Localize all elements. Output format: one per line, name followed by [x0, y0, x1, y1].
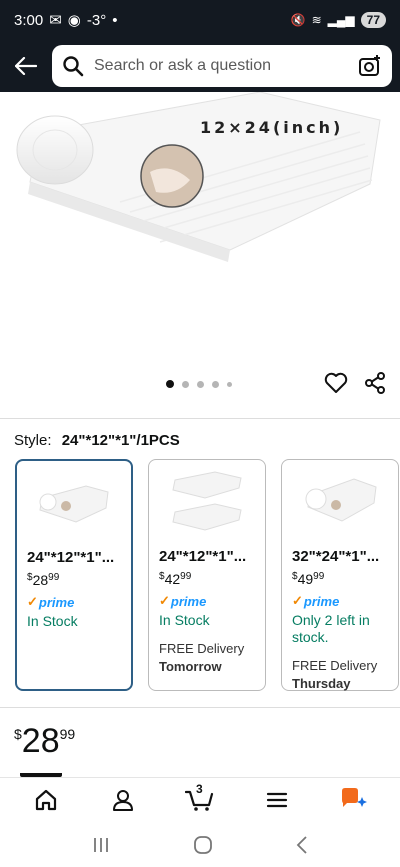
- cart-count-badge: 3: [195, 781, 203, 796]
- variant-name: 24"*12"*1"...: [27, 549, 115, 566]
- variant-price-dollars: 49: [297, 571, 314, 587]
- nav-cart[interactable]: 3: [178, 780, 222, 820]
- carousel-dots[interactable]: [166, 380, 232, 388]
- variant-thumbnail: [292, 470, 388, 536]
- wifi-icon: ≋: [311, 13, 322, 27]
- stock-status: Only 2 left in stock.: [292, 612, 370, 645]
- variant-thumbnail: [27, 471, 121, 537]
- gmail-icon: ✉: [49, 12, 62, 29]
- product-image-carousel[interactable]: 12×24(inch): [0, 92, 400, 412]
- variant-price-cents: 99: [48, 572, 60, 583]
- prime-label: prime: [170, 593, 207, 609]
- back-arrow-icon: [15, 57, 37, 75]
- prime-badge: ✓ prime: [159, 593, 255, 609]
- delivery-day: Tomorrow: [159, 659, 222, 674]
- carousel-dot-active[interactable]: [166, 380, 174, 388]
- product-price: $2899: [14, 722, 75, 761]
- divider: [0, 418, 400, 419]
- variant-name: 32"*24"*1"...: [292, 548, 380, 565]
- stock-status: In Stock: [27, 613, 78, 629]
- delivery-day: Thursday: [292, 676, 351, 691]
- variant-price-cents: 99: [180, 571, 192, 582]
- variant-price-dollars: 28: [32, 572, 49, 588]
- style-label: Style:: [14, 432, 52, 449]
- menu-icon: [266, 792, 287, 807]
- carousel-dot[interactable]: [227, 381, 232, 387]
- delivery-label: FREE Delivery: [159, 641, 245, 656]
- variant-card-selected[interactable]: 24"*12"*1"... $2899 ✓ prime In Stock: [15, 459, 133, 691]
- nav-home[interactable]: [24, 780, 68, 820]
- variant-name: 24"*12"*1"...: [159, 548, 247, 565]
- home-icon: [36, 789, 57, 810]
- nav-rufus[interactable]: [332, 780, 376, 820]
- search-bar[interactable]: [52, 45, 392, 87]
- top-app-bar: [0, 40, 400, 92]
- stock-status: In Stock: [159, 612, 210, 628]
- search-icon: [63, 56, 84, 77]
- signal-icon: ▂▄▆: [327, 13, 355, 27]
- status-temp: -3°: [86, 11, 107, 29]
- variant-image: [172, 471, 242, 531]
- prime-label: prime: [38, 594, 75, 610]
- prime-badge: ✓ prime: [292, 593, 388, 609]
- battery-indicator: 77: [360, 12, 386, 28]
- camera-search-icon[interactable]: [358, 54, 382, 78]
- variant-card[interactable]: 32"*24"*1"... $4999 ✓ prime Only 2 left i…: [281, 459, 399, 691]
- price-currency: $: [14, 726, 22, 742]
- divider: [0, 707, 400, 708]
- price-dollars: 28: [21, 722, 60, 760]
- chat-assistant-icon: [341, 787, 367, 807]
- variant-card[interactable]: 24"*12"*1"... $4299 ✓ prime In Stock FREE…: [148, 459, 266, 691]
- prime-check-icon: ✓: [27, 594, 38, 609]
- prime-check-icon: ✓: [159, 593, 170, 608]
- notification-dot-icon: •: [112, 11, 118, 29]
- style-value: 24"*12"*1"/1PCS: [61, 432, 180, 449]
- prime-label: prime: [303, 593, 340, 609]
- back-system-icon[interactable]: [295, 835, 309, 855]
- prime-check-icon: ✓: [292, 593, 303, 608]
- style-selector-label: Style: 24"*12"*1"/1PCS: [14, 432, 180, 449]
- home-system-icon[interactable]: [193, 835, 213, 855]
- carousel-dot[interactable]: [197, 380, 204, 388]
- account-icon: [113, 789, 134, 811]
- share-icon[interactable]: [364, 372, 386, 394]
- variant-price: $4299: [159, 571, 192, 587]
- system-navigation-bar: [0, 822, 400, 867]
- variant-thumbnail: [159, 470, 255, 536]
- carousel-dot[interactable]: [182, 380, 189, 388]
- recent-apps-icon[interactable]: [91, 836, 111, 854]
- carousel-dot[interactable]: [212, 380, 219, 388]
- price-cents: 99: [59, 726, 76, 742]
- back-button[interactable]: [8, 48, 44, 84]
- variant-price: $2899: [27, 572, 60, 588]
- messenger-icon: ◉: [67, 12, 81, 29]
- delivery-label: FREE Delivery: [292, 658, 378, 673]
- variant-cards: 24"*12"*1"... $2899 ✓ prime In Stock 24"*…: [15, 459, 399, 691]
- status-time: 3:00: [14, 11, 44, 29]
- nav-account[interactable]: [101, 780, 145, 820]
- variant-image: [305, 478, 377, 522]
- variant-price-dollars: 42: [164, 571, 181, 587]
- bottom-navigation: 3: [0, 777, 400, 821]
- variant-image: [39, 485, 109, 523]
- heart-icon[interactable]: [324, 372, 348, 394]
- nav-menu[interactable]: [255, 780, 299, 820]
- search-input[interactable]: [94, 57, 358, 75]
- status-bar: 3:00 ✉ ◉ -3° • 🔇 ≋ ▂▄▆ 77: [0, 0, 400, 40]
- prime-badge: ✓ prime: [27, 594, 121, 610]
- image-caption: 12×24(inch): [200, 118, 344, 137]
- mute-icon: 🔇: [290, 13, 306, 27]
- variant-price: $4999: [292, 571, 325, 587]
- variant-price-cents: 99: [313, 571, 325, 582]
